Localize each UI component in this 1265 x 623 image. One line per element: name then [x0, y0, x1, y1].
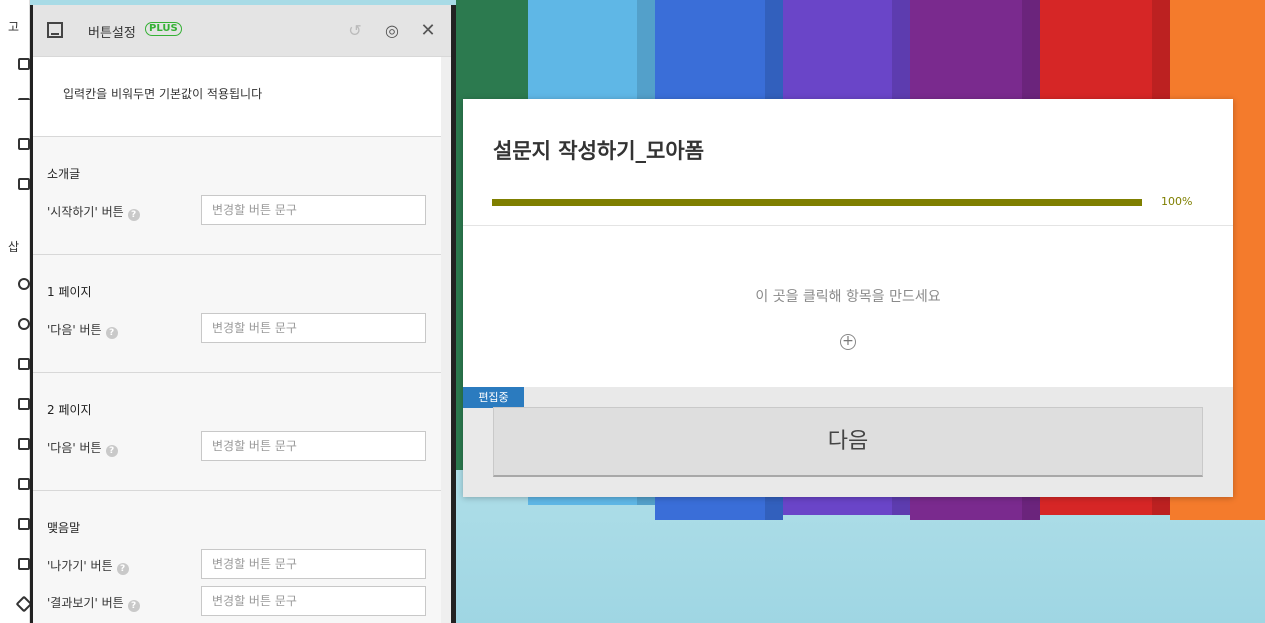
row-label-text: '결과보기' 버튼: [47, 596, 124, 610]
panel-logo-icon: [47, 22, 63, 38]
add-item-icon[interactable]: +: [840, 334, 856, 350]
panel-scrollbar[interactable]: [441, 57, 451, 623]
help-icon[interactable]: ?: [116, 563, 129, 575]
quote-icon[interactable]: [18, 278, 30, 290]
panel-header: 버튼설정 PLUS ↺ ◎ ✕: [33, 5, 451, 57]
left-tool-strip: 고 삽: [0, 0, 33, 623]
short-text-icon[interactable]: [18, 398, 30, 410]
row-label-text: '다음' 버튼: [47, 441, 102, 455]
photo-icon[interactable]: [18, 558, 30, 570]
close-icon[interactable]: ✕: [418, 21, 438, 41]
section-title: 맺음말: [47, 521, 81, 535]
row-label: '나가기' 버튼?: [47, 557, 129, 575]
exit-button-text-input[interactable]: [201, 549, 426, 579]
panel-note: 입력칸을 비워두면 기본값이 적용됩니다: [33, 57, 441, 137]
section-title: 소개글: [47, 167, 81, 181]
text-icon[interactable]: [18, 138, 30, 150]
progress-bar: [492, 199, 1142, 206]
section-page-1: 1 페이지 '다음' 버튼?: [33, 255, 441, 373]
image-upload-icon[interactable]: [18, 518, 30, 530]
plus-badge: PLUS: [145, 22, 182, 36]
panel-title: 버튼설정: [88, 26, 136, 41]
help-icon[interactable]: ?: [127, 600, 140, 612]
undo-icon[interactable]: ↺: [345, 21, 365, 41]
page1-next-button-text-input[interactable]: [201, 313, 426, 343]
survey-card: 설문지 작성하기_모아폼 100% 이 곳을 클릭해 항목을 만드세요 + 편집…: [463, 99, 1233, 497]
radio-icon[interactable]: [18, 318, 30, 330]
editing-badge: 편집중: [463, 387, 524, 408]
image-choice-icon[interactable]: [18, 478, 30, 490]
help-icon[interactable]: ?: [105, 445, 118, 457]
row-label: '다음' 버튼?: [47, 321, 118, 339]
section-intro: 소개글 '시작하기' 버튼?: [33, 137, 441, 255]
progress-bar-fill: [492, 199, 1142, 206]
row-label: '결과보기' 버튼?: [47, 594, 140, 612]
row-label-text: '시작하기' 버튼: [47, 205, 124, 219]
card-footer: 편집중 다음: [463, 387, 1233, 497]
survey-title[interactable]: 설문지 작성하기_모아폼: [493, 135, 704, 165]
paragraph-icon[interactable]: [18, 178, 30, 190]
target-icon[interactable]: ◎: [382, 21, 402, 41]
section-page-2: 2 페이지 '다음' 버튼?: [33, 373, 441, 491]
row-label: '시작하기' 버튼?: [47, 203, 140, 221]
checkbox-icon[interactable]: [18, 358, 30, 370]
result-button-text-input[interactable]: [201, 586, 426, 616]
section-title: 2 페이지: [47, 403, 92, 417]
section-title: 1 페이지: [47, 285, 92, 299]
panel-note-text: 입력칸을 비워두면 기본값이 적용됩니다: [63, 87, 263, 101]
scale-icon[interactable]: [18, 438, 30, 450]
card-divider: [463, 225, 1233, 226]
row-label-text: '나가기' 버튼: [47, 559, 113, 573]
next-button[interactable]: 다음: [493, 407, 1203, 477]
strip-label-top: 고: [8, 20, 20, 34]
start-button-text-input[interactable]: [201, 195, 426, 225]
empty-question-hint[interactable]: 이 곳을 클릭해 항목을 만드세요: [463, 286, 1233, 306]
section-outro: 맺음말 '나가기' 버튼? '결과보기' 버튼?: [33, 491, 441, 623]
page2-next-button-text-input[interactable]: [201, 431, 426, 461]
help-icon[interactable]: ?: [127, 209, 140, 221]
row-label-text: '다음' 버튼: [47, 323, 102, 337]
progress-label: 100%: [1161, 195, 1193, 208]
button-settings-panel: 버튼설정 PLUS ↺ ◎ ✕ 입력칸을 비워두면 기본값이 적용됩니다 소개글…: [30, 5, 456, 623]
strip-label-insert: 삽: [8, 240, 20, 254]
row-label: '다음' 버튼?: [47, 439, 118, 457]
help-icon[interactable]: ?: [105, 327, 118, 339]
image-icon[interactable]: [18, 58, 30, 70]
divider-icon[interactable]: [18, 98, 30, 102]
